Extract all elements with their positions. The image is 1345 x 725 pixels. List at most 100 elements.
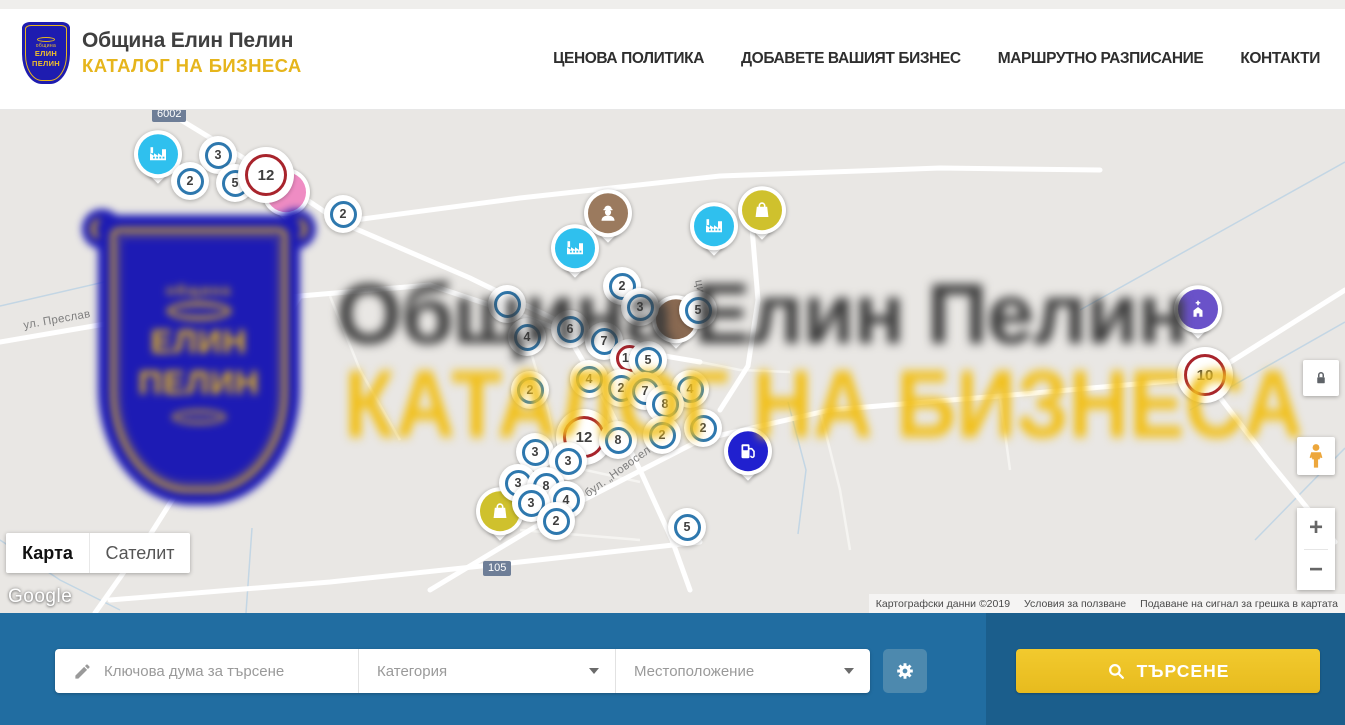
search-submit-button[interactable]: ТЪРСЕНЕ [1016, 649, 1320, 693]
crest-ornament [37, 37, 55, 42]
category-select[interactable]: Категория [359, 649, 616, 693]
map-canvas[interactable]: 6002105 ул. Преславциибул. „Новосел 3251… [0, 110, 1345, 613]
map-type-satellite-button[interactable]: Сателит [89, 533, 190, 573]
cluster-marker[interactable]: 5 [668, 508, 706, 546]
site-logo[interactable]: община ЕЛИН ПЕЛИН Община Елин Пелин КАТА… [22, 22, 302, 84]
cluster-count [494, 291, 521, 318]
cluster-count: 3 [522, 439, 549, 466]
keyword-section [55, 649, 359, 693]
chevron-down-icon [589, 668, 599, 674]
google-logo[interactable]: Google [8, 586, 72, 608]
pin-bubble [724, 427, 772, 475]
crest-small-text: община [36, 43, 57, 49]
factory-icon [555, 228, 595, 268]
cluster-marker[interactable]: 3 [621, 288, 659, 326]
factory-icon [694, 206, 734, 246]
attribution-link-2[interactable]: Подаване на сигнал за грешка в картата [1133, 598, 1345, 610]
cluster-count: 10 [1184, 354, 1226, 396]
cluster-count: 2 [649, 422, 676, 449]
crest-name-line1: ЕЛИН [35, 50, 57, 59]
cluster-count: 2 [517, 377, 544, 404]
zoom-in-button[interactable]: + [1297, 508, 1335, 549]
search-submit-label: ТЪРСЕНЕ [1137, 661, 1230, 682]
main-nav: ЦЕНОВА ПОЛИТИКА ДОБАВЕТЕ ВАШИЯТ БИЗНЕС МАР… [553, 9, 1320, 109]
pin-bubble [551, 224, 599, 272]
cluster-marker[interactable]: 2 [511, 371, 549, 409]
brand-text: Община Елин Пелин КАТАЛОГ НА БИЗНЕСА [82, 29, 302, 77]
cluster-marker[interactable]: 2 [537, 502, 575, 540]
cluster-count: 8 [605, 427, 632, 454]
zoom-control: + − [1297, 508, 1335, 590]
factory-pin-marker[interactable] [690, 202, 738, 264]
lock-icon [1312, 369, 1330, 387]
site-title: Община Елин Пелин [82, 29, 302, 53]
cluster-count: 5 [674, 514, 701, 541]
bag-icon [742, 190, 782, 230]
top-strip [0, 0, 1345, 9]
pegman-button[interactable] [1297, 437, 1335, 475]
cluster-marker[interactable]: 10 [1177, 347, 1233, 403]
cluster-count: 2 [330, 201, 357, 228]
cluster-count: 5 [685, 297, 712, 324]
cluster-count: 4 [576, 366, 603, 393]
attribution-link-1[interactable]: Условия за ползване [1017, 598, 1133, 610]
cluster-marker[interactable]: 8 [599, 421, 637, 459]
pin-bubble [738, 186, 786, 234]
search-bar: Категория Местоположение ТЪРСЕНЕ [0, 613, 1345, 725]
category-select-label: Категория [377, 663, 447, 680]
location-select[interactable]: Местоположение [616, 649, 870, 693]
cluster-marker[interactable]: 5 [679, 291, 717, 329]
header: община ЕЛИН ПЕЛИН Община Елин Пелин КАТА… [0, 9, 1345, 110]
cluster-marker[interactable]: 2 [324, 195, 362, 233]
cluster-marker[interactable]: 2 [643, 416, 681, 454]
cluster-count: 2 [177, 168, 204, 195]
search-box: Категория Местоположение [55, 649, 870, 693]
fuel-icon [728, 431, 768, 471]
keyword-input[interactable] [104, 663, 344, 680]
zoom-out-button[interactable]: − [1297, 550, 1335, 591]
cluster-marker[interactable] [488, 285, 526, 323]
pencil-icon [73, 662, 92, 681]
page: община ЕЛИН ПЕЛИН Община Елин Пелин КАТА… [0, 0, 1345, 725]
factory-icon [138, 134, 178, 174]
cluster-count: 6 [557, 316, 584, 343]
map-type-map-button[interactable]: Карта [6, 533, 89, 573]
markers-layer: 325122235647135424278221283338432510 [0, 110, 1345, 613]
cluster-marker[interactable]: 12 [238, 147, 294, 203]
cluster-count: 3 [555, 448, 582, 475]
nav-item-2[interactable]: МАРШРУТНО РАЗПИСАНИЕ [998, 50, 1204, 68]
church-icon [1178, 289, 1218, 329]
pin-bubble [1174, 285, 1222, 333]
attribution-text: Картографски данни ©2019 [869, 598, 1017, 610]
municipality-crest-logo: община ЕЛИН ПЕЛИН [22, 22, 70, 84]
cluster-count: 5 [635, 347, 662, 374]
cluster-marker[interactable]: 2 [684, 409, 722, 447]
factory-pin-marker[interactable] [551, 224, 599, 286]
map-attribution: Картографски данни ©2019Условия за ползв… [869, 594, 1345, 613]
advanced-search-button[interactable] [883, 649, 927, 693]
location-select-label: Местоположение [634, 663, 754, 680]
nav-item-1[interactable]: ДОБАВЕТЕ ВАШИЯТ БИЗНЕС [741, 50, 961, 68]
cluster-count: 3 [627, 294, 654, 321]
cluster-marker[interactable]: 6 [551, 310, 589, 348]
bag-pin-marker[interactable] [738, 186, 786, 248]
nav-item-0[interactable]: ЦЕНОВА ПОЛИТИКА [553, 50, 704, 68]
pin-bubble [690, 202, 738, 250]
cluster-count: 8 [652, 391, 679, 418]
gear-icon [894, 660, 916, 682]
cluster-count: 2 [543, 508, 570, 535]
search-icon [1107, 662, 1126, 681]
cluster-count: 2 [690, 415, 717, 442]
cluster-marker[interactable]: 2 [171, 162, 209, 200]
chevron-down-icon [844, 668, 854, 674]
cluster-marker[interactable]: 4 [508, 318, 546, 356]
map-type-control: Карта Сателит [6, 533, 190, 573]
nav-item-3[interactable]: КОНТАКТИ [1240, 50, 1320, 68]
crest-name-line2: ПЕЛИН [32, 60, 60, 69]
site-subtitle: КАТАЛОГ НА БИЗНЕСА [82, 55, 302, 77]
church-pin-marker[interactable] [1174, 285, 1222, 347]
fuel-pin-marker[interactable] [724, 427, 772, 489]
cluster-count: 4 [514, 324, 541, 351]
pegman-icon [1305, 443, 1327, 469]
lock-button[interactable] [1303, 360, 1339, 396]
